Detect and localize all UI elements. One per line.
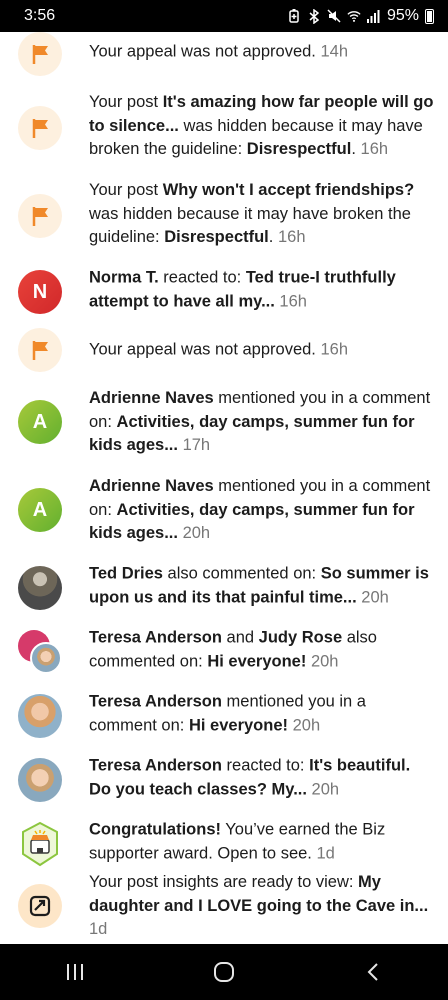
notification-bold-text: Judy Rose — [258, 628, 343, 647]
notification-plain-text: and — [221, 628, 259, 647]
notification-text: Teresa Anderson reacted to: It's beautif… — [89, 755, 434, 802]
avatar[interactable] — [18, 566, 62, 610]
notification-item[interactable]: Your post It's amazing how far people wi… — [0, 90, 448, 162]
notification-time: 1d — [89, 919, 108, 938]
notification-time: 16h — [360, 139, 389, 158]
notification-bold-text: Activities, day camps, summer fun for ki… — [89, 500, 415, 542]
notification-text: Adrienne Naves mentioned you in a commen… — [89, 387, 434, 458]
notification-bold-text: Activities, day camps, summer fun for ki… — [89, 412, 415, 454]
notification-item[interactable]: Teresa Anderson mentioned you in a comme… — [0, 690, 448, 738]
avatar[interactable]: A — [18, 488, 62, 532]
notification-item[interactable]: N Norma T. reacted to: Ted true-I truthfu… — [0, 266, 448, 314]
flag-icon — [18, 194, 62, 238]
notification-item[interactable]: A Adrienne Naves mentioned you in a comme… — [0, 474, 448, 546]
notification-item[interactable]: Your post insights are ready to view: My… — [0, 873, 448, 938]
bluetooth-icon — [307, 8, 321, 24]
notification-time: 14h — [320, 42, 349, 61]
notification-text: Your post insights are ready to view: My… — [89, 871, 434, 942]
notification-time: 16h — [320, 340, 349, 359]
notification-item[interactable]: Teresa Anderson and Judy Rose also comme… — [0, 626, 448, 674]
notification-list[interactable]: Your appeal was not approved. 14h Your po… — [0, 32, 448, 944]
notification-text: Your post It's amazing how far people wi… — [89, 91, 434, 162]
battery-saver-icon — [287, 8, 301, 24]
avatar-letter: A — [32, 410, 48, 433]
notification-plain-text: also commented on: — [162, 564, 321, 583]
avatar[interactable] — [18, 694, 62, 738]
notification-bold-text: Disrespectful — [164, 227, 269, 246]
flag-icon — [18, 328, 62, 372]
signal-icon — [367, 8, 381, 24]
notification-plain-text: Your appeal was not approved. — [89, 340, 316, 359]
notification-bold-text: Why won't I accept friendships? — [162, 180, 415, 199]
notification-plain-text: . — [351, 139, 356, 158]
notification-bold-text: Adrienne Naves — [89, 476, 214, 495]
insights-icon — [18, 884, 62, 928]
notification-bold-text: Teresa Anderson — [89, 692, 222, 711]
notification-time: 17h — [182, 435, 211, 454]
avatar-letter: N — [32, 280, 48, 303]
notification-item[interactable]: Ted Dries also commented on: So summer i… — [0, 562, 448, 610]
avatar-letter: A — [32, 498, 48, 521]
notification-time: 16h — [277, 227, 306, 246]
notification-item[interactable]: Your appeal was not approved. 14h — [0, 32, 448, 76]
notification-time: 20h — [182, 523, 211, 542]
notification-bold-text: Teresa Anderson — [89, 628, 222, 647]
award-badge-icon — [18, 820, 62, 868]
notification-text: Ted Dries also commented on: So summer i… — [89, 563, 434, 610]
notification-item[interactable]: A Adrienne Naves mentioned you in a comme… — [0, 386, 448, 458]
notification-time: 20h — [310, 652, 339, 670]
notification-time: 20h — [311, 780, 340, 798]
notification-bold-text: Congratulations! — [89, 820, 221, 839]
avatar[interactable]: N — [18, 270, 62, 314]
back-icon[interactable] — [343, 952, 403, 992]
notification-item[interactable]: Congratulations! You’ve earned the Biz s… — [0, 818, 448, 868]
notification-time: 1d — [316, 844, 335, 862]
notification-plain-text: Your post insights are ready to view: — [89, 872, 359, 891]
flag-icon — [18, 32, 62, 76]
notification-bold-text: Hi everyone! — [207, 652, 307, 670]
notification-text: Teresa Anderson and Judy Rose also comme… — [89, 627, 434, 674]
notification-plain-text: Your post — [89, 180, 163, 199]
notification-bold-text: Teresa Anderson — [89, 756, 222, 775]
status-icons: 95% — [287, 7, 434, 25]
notification-bold-text: Disrespectful — [246, 139, 352, 158]
battery-icon — [425, 8, 434, 24]
clock: 3:56 — [24, 7, 56, 24]
avatar[interactable] — [18, 758, 62, 802]
notification-bold-text: Adrienne Naves — [89, 388, 214, 407]
notification-time: 20h — [292, 716, 321, 734]
notification-time: 16h — [279, 292, 307, 310]
notification-plain-text: reacted to: — [221, 756, 310, 775]
flag-icon — [18, 106, 62, 150]
notification-plain-text: . — [268, 227, 274, 246]
notification-plain-text: reacted to: — [158, 268, 246, 287]
notification-text: Teresa Anderson mentioned you in a comme… — [89, 691, 434, 738]
avatar — [30, 642, 62, 674]
recent-apps-icon[interactable] — [45, 952, 105, 992]
status-bar: 3:56 95% — [0, 0, 448, 32]
notification-item[interactable]: Teresa Anderson reacted to: It's beautif… — [0, 754, 448, 802]
notification-bold-text: Hi everyone! — [188, 716, 289, 734]
notification-time: 20h — [361, 588, 389, 606]
notification-item[interactable]: Your post Why won't I accept friendships… — [0, 178, 448, 250]
notification-bold-text: Ted Dries — [89, 564, 163, 583]
notification-text: Your appeal was not approved. 16h — [89, 338, 434, 362]
mute-icon — [327, 8, 341, 24]
home-icon[interactable] — [194, 952, 254, 992]
avatar[interactable]: A — [18, 400, 62, 444]
notification-plain-text: Your appeal was not approved. — [89, 42, 316, 61]
navigation-bar — [0, 944, 448, 1000]
notification-text: Norma T. reacted to: Ted true-I truthful… — [89, 267, 434, 314]
notification-item[interactable]: Your appeal was not approved. 16h — [0, 328, 448, 372]
notification-text: Congratulations! You’ve earned the Biz s… — [89, 819, 434, 866]
notification-bold-text: Norma T. — [89, 268, 159, 287]
notification-text: Adrienne Naves mentioned you in a commen… — [89, 475, 434, 546]
notification-text: Your post Why won't I accept friendships… — [89, 179, 434, 250]
notification-text: Your appeal was not approved. 14h — [89, 40, 434, 64]
notification-plain-text: Your post — [89, 92, 163, 111]
avatar-group[interactable] — [18, 630, 62, 674]
wifi-icon — [347, 8, 361, 24]
battery-percent: 95% — [386, 7, 419, 24]
